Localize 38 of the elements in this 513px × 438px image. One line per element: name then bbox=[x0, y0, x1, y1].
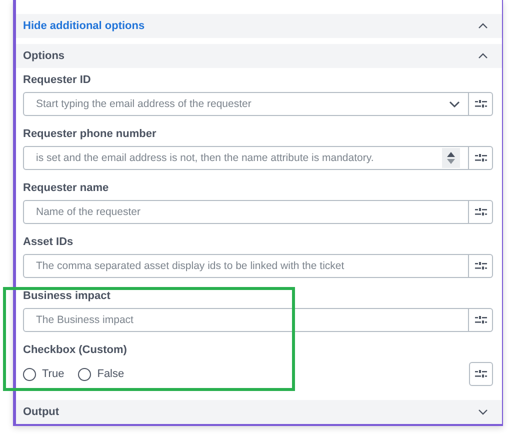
radio-icon[interactable] bbox=[23, 368, 36, 380]
field-label: Requester name bbox=[23, 182, 110, 195]
filter-settings-icon bbox=[474, 208, 486, 216]
settings-button[interactable] bbox=[469, 200, 493, 224]
input-field[interactable]: is set and the email address is not, then the name attribute is mandatory. bbox=[23, 146, 469, 170]
option-label: False bbox=[97, 368, 124, 380]
settings-button[interactable] bbox=[469, 308, 493, 332]
filter-settings-icon bbox=[474, 316, 486, 324]
chevron-down-icon[interactable] bbox=[478, 409, 488, 415]
filter-settings-icon bbox=[474, 100, 486, 108]
settings-button[interactable] bbox=[469, 254, 493, 278]
field-label: Requester ID bbox=[23, 74, 92, 87]
filter-settings-icon bbox=[474, 154, 486, 162]
section-header[interactable]: Output bbox=[16, 400, 502, 424]
field-label: Asset IDs bbox=[23, 236, 74, 249]
chevron-up-icon[interactable] bbox=[478, 53, 488, 59]
input-field[interactable]: The Business impact bbox=[23, 308, 469, 332]
section-title: Output bbox=[23, 406, 60, 418]
section-title: Options bbox=[23, 50, 65, 62]
spinner-icon[interactable] bbox=[442, 148, 460, 168]
filter-settings-icon bbox=[475, 370, 487, 378]
link-bar[interactable]: Hide additional options bbox=[16, 14, 502, 38]
section-header[interactable]: Options bbox=[16, 44, 502, 68]
field-label: Business impact bbox=[23, 290, 112, 303]
radio-icon[interactable] bbox=[78, 368, 92, 380]
settings-button[interactable] bbox=[469, 362, 493, 386]
settings-button[interactable] bbox=[469, 146, 493, 170]
field-label: Requester phone number bbox=[23, 128, 158, 141]
option-label: True bbox=[42, 368, 64, 380]
chevron-down-icon[interactable] bbox=[449, 100, 460, 108]
input-field[interactable]: Name of the requester bbox=[23, 200, 469, 224]
settings-button[interactable] bbox=[469, 92, 493, 116]
field-label: Checkbox (Custom) bbox=[23, 344, 128, 357]
input-field[interactable]: Start typing the email address of the requester bbox=[23, 92, 469, 116]
input-field[interactable]: The comma separated asset display ids to be linked with the ticket bbox=[23, 254, 469, 278]
filter-settings-icon bbox=[474, 262, 486, 270]
chevron-up-icon[interactable] bbox=[478, 23, 488, 29]
toggle-link-text: Hide additional options bbox=[23, 20, 145, 32]
